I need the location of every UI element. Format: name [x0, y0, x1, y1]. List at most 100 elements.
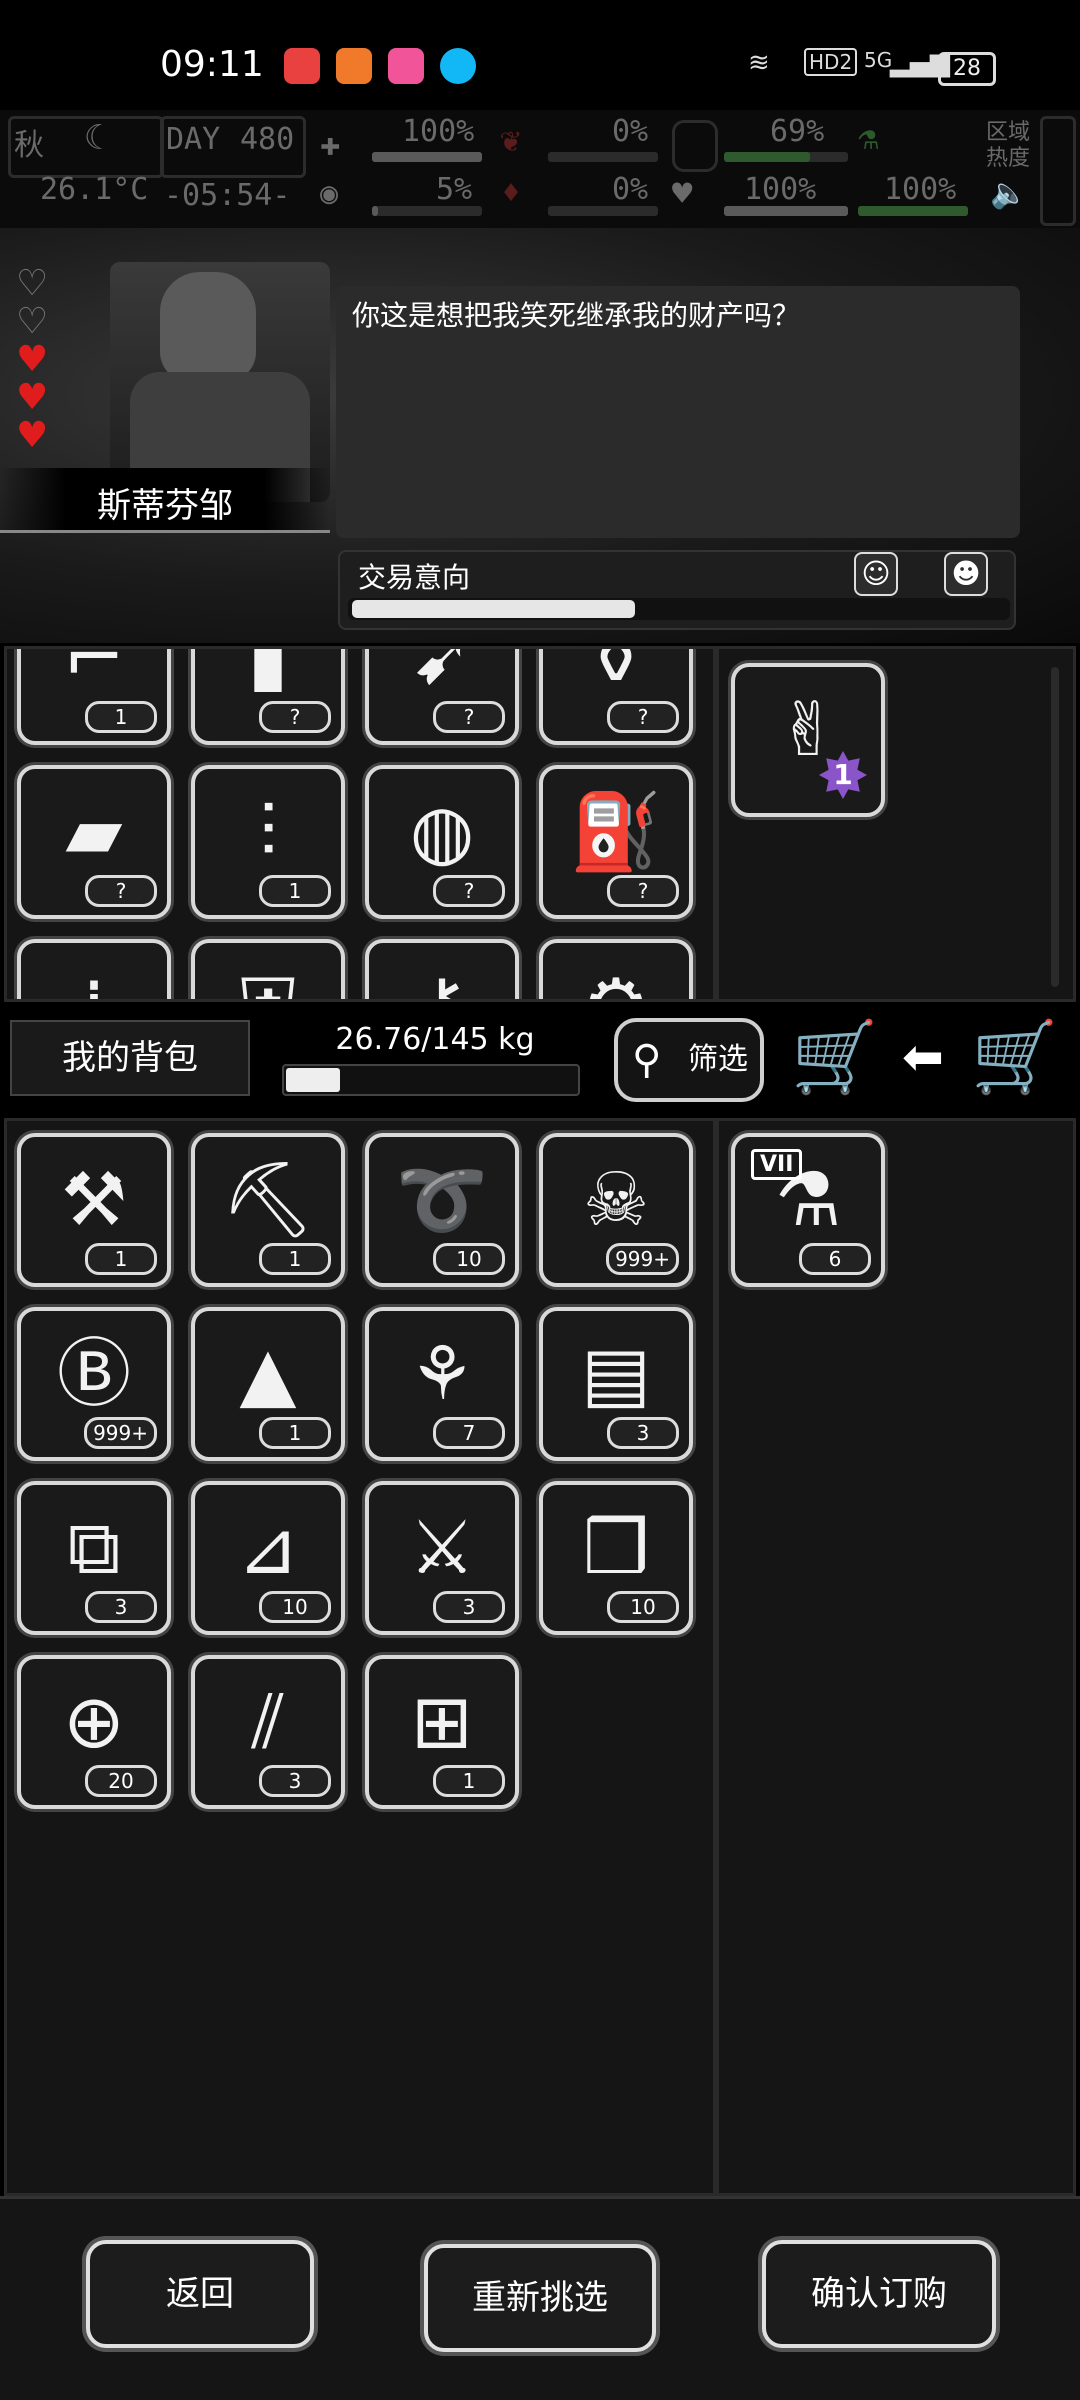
zombie-poster-icon: ☠: [582, 1157, 650, 1243]
merchant-item-slot[interactable]: ◍?: [365, 765, 519, 919]
bag-item-slot[interactable]: ⊿ 10: [191, 1481, 345, 1635]
radiation-icon: ⚗: [858, 118, 879, 158]
bag-item-slot[interactable]: Ⓑ 999+: [17, 1307, 171, 1461]
tier-tag: VII: [751, 1149, 803, 1180]
ice-cubes-icon: ❒: [582, 1505, 650, 1591]
reselect-button[interactable]: 重新挑选: [424, 2244, 656, 2352]
quantity-badge: ?: [259, 701, 331, 733]
pinduoduo-icon: [284, 48, 320, 84]
bag-weight: 26.76/145 kg: [335, 1022, 535, 1057]
day-label: DAY: [166, 122, 221, 157]
stamina-icon: [672, 120, 718, 172]
scrollbar[interactable]: [1051, 667, 1059, 987]
stat-health-value: 100%: [402, 114, 475, 149]
stat-sanity-value: 5%: [436, 172, 473, 207]
bag-item-slot[interactable]: ⫽ 3: [191, 1655, 345, 1809]
quantity-badge: ?: [433, 875, 505, 907]
bag-item-slot[interactable]: ▲ 1: [191, 1307, 345, 1461]
back-button[interactable]: 返回: [86, 2240, 314, 2348]
battery-icon: 28: [938, 52, 996, 86]
merchant-items-panel[interactable]: ⌐1▮?➹?⚱?▰?⫶1◍?⛽?⁞⛨⚷⚙: [4, 646, 716, 1002]
game-clock: -05:54-: [164, 178, 291, 213]
medkit-icon: ✚: [320, 124, 341, 164]
heart-empty-icon: ♡: [16, 301, 49, 342]
merchant-item-slot[interactable]: ⛽?: [539, 765, 693, 919]
filter-button[interactable]: ⚲ 筛选: [614, 1018, 764, 1102]
quantity-badge: 3: [607, 1417, 679, 1449]
merchant-item-slot[interactable]: ⚷: [365, 939, 519, 999]
quantity-badge: ?: [607, 875, 679, 907]
selected-bag-item[interactable]: ⚗ 6 VII: [731, 1133, 885, 1287]
tool-bag-icon: ⚘: [408, 1331, 476, 1417]
wifi-icon: ≋: [748, 48, 770, 78]
merchant-item-slot[interactable]: ⚱?: [539, 646, 693, 745]
confirm-order-button[interactable]: 确认订购: [762, 2240, 996, 2348]
bag-item-slot[interactable]: ⚘ 7: [365, 1307, 519, 1461]
arrow-left-icon[interactable]: ⬅: [898, 1012, 948, 1108]
merchant-item-slot[interactable]: ▰?: [17, 765, 171, 919]
large-toolbox-icon: ⊞: [410, 1679, 473, 1765]
bag-item-slot[interactable]: ☠ 999+: [539, 1133, 693, 1287]
net-icon: ⊕: [62, 1679, 125, 1765]
filter-label: 筛选: [688, 1042, 748, 1077]
bag-selected-panel[interactable]: ⚗ 6 VII: [716, 1118, 1076, 2196]
quantity-badge: ?: [85, 875, 157, 907]
npc-name: 斯蒂芬邹: [97, 486, 233, 526]
bag-item-slot[interactable]: ▤ 3: [539, 1307, 693, 1461]
quantity-badge: 6: [799, 1243, 871, 1275]
blood-icon: ♦: [502, 176, 521, 211]
merchant-item-slot[interactable]: ⫶ 1: [191, 765, 345, 919]
quantity-badge: ?: [433, 701, 505, 733]
quantity-badge: 3: [433, 1591, 505, 1623]
neutral-face-icon: ☺: [854, 552, 898, 596]
bag-item-slot[interactable]: ⧉ 3: [17, 1481, 171, 1635]
armor-vest-icon: ⛨: [195, 961, 341, 999]
sound-icon[interactable]: 🔈: [990, 176, 1027, 211]
bag-item-slot[interactable]: ➰ 10: [365, 1133, 519, 1287]
qq-icon: [440, 48, 476, 84]
merchant-item-slot[interactable]: ⚙: [539, 939, 693, 999]
merchant-item-slot[interactable]: ⌐ 1: [17, 646, 171, 745]
merchant-item-slot[interactable]: ➹?: [365, 646, 519, 745]
brain-icon: ◉: [320, 176, 339, 211]
tool-case-icon: ▤: [581, 1331, 651, 1417]
stat-radiation-value: 100%: [884, 172, 957, 207]
quantity-badge: 1: [433, 1765, 505, 1797]
signal-label: 5G: [864, 48, 893, 72]
bag-item-slot[interactable]: ⛏ 1: [191, 1133, 345, 1287]
quantity-badge: ?: [607, 701, 679, 733]
quantity-badge: 10: [259, 1591, 331, 1623]
bullets-icon: ⁞: [21, 961, 167, 999]
happy-face-icon: ☻: [944, 552, 988, 596]
status-time: 09:11: [160, 44, 264, 85]
paper-roll-icon: ⊿: [236, 1505, 299, 1591]
merchant-item-slot[interactable]: ⛨: [191, 939, 345, 999]
bag-items-panel[interactable]: ⚒ 1 ⛏ 1 ➰ 10 ☠ 999+ Ⓑ 999+ ▲ 1 ⚘ 7 ▤ 3 ⧉ 3 ⊿ 10 ⚔ 3 ❒ 10 ⊕ 20 ⫽ 3 ⊞ 1: [4, 1118, 716, 2196]
stomach-icon: ❦: [500, 120, 521, 160]
selected-merchant-item[interactable]: ✌ 1: [731, 663, 885, 817]
fire-extinguisher-icon: ⛽: [569, 789, 663, 875]
weight-fill: [286, 1068, 340, 1092]
bag-item-slot[interactable]: ❒ 10: [539, 1481, 693, 1635]
bag-item-slot[interactable]: ⚔ 3: [365, 1481, 519, 1635]
rocket-launcher-icon: ➹: [410, 646, 473, 701]
toolbox-icon: ⧉: [67, 1505, 121, 1591]
bag-title: 我的背包: [10, 1020, 250, 1096]
day-counter: 480: [240, 122, 295, 157]
merchant-item-slot[interactable]: ⁞: [17, 939, 171, 999]
heart-empty-icon: ♡: [16, 263, 49, 304]
bag-item-slot[interactable]: ⚒ 1: [17, 1133, 171, 1287]
merchant-selected-panel[interactable]: ✌ 1: [716, 646, 1076, 1002]
shell-icon: ▮: [247, 646, 289, 701]
bag-item-slot[interactable]: ⊕ 20: [17, 1655, 171, 1809]
merchant-item-slot[interactable]: ▮?: [191, 646, 345, 745]
bag-item-slot[interactable]: ⊞ 1: [365, 1655, 519, 1809]
trade-intent-label: 交易意向: [358, 561, 471, 594]
zone-heat-label: 区域 热度: [986, 120, 1031, 171]
order-cart-icon[interactable]: 🛒: [960, 1012, 1070, 1108]
hd-indicator: HD2: [804, 48, 858, 76]
quantity-badge: 999+: [606, 1243, 679, 1275]
rifle-icon: ⌐: [62, 646, 125, 701]
vase-icon: ⚱: [584, 646, 647, 701]
cart-icon[interactable]: 🛒: [780, 1012, 890, 1108]
